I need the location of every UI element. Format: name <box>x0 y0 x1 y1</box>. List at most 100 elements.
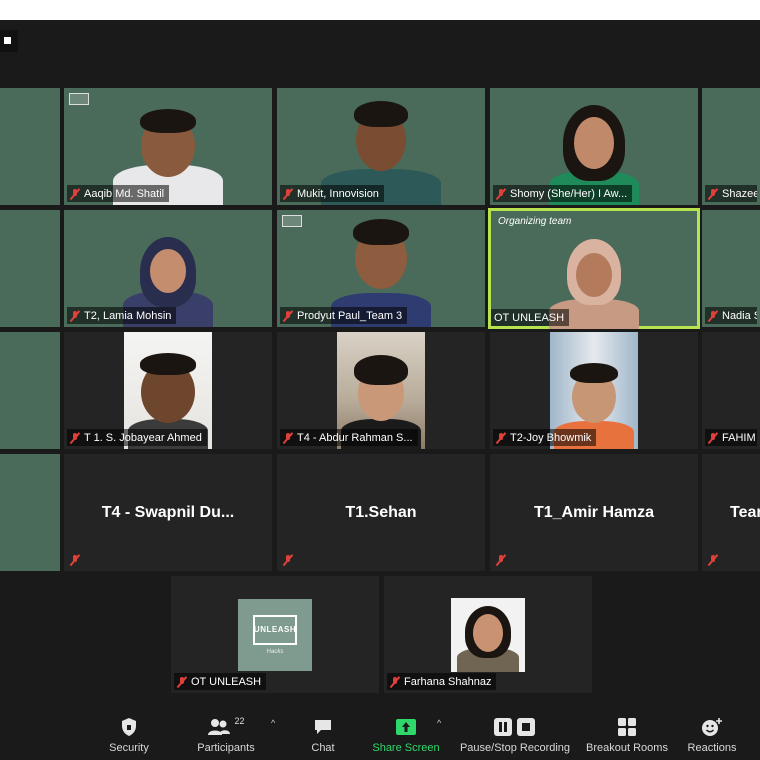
participant-mute-indicator <box>67 551 85 568</box>
unleash-logo-sub: Hacks <box>266 648 284 655</box>
video-tile-jobayear[interactable]: T 1. S. Jobayear Ahmed <box>64 332 272 449</box>
reactions-button[interactable]: Reactions <box>657 716 760 754</box>
participant-name: Prodyut Paul_Team 3 <box>297 309 403 322</box>
participant-display-name: T4 - Swapnil Du... <box>101 503 235 521</box>
participants-label: Participants <box>197 742 255 754</box>
video-tile-joy-bhowmik[interactable]: T2-Joy Bhowmik <box>490 332 698 449</box>
participant-name-label: Aaqib Md. Shatil <box>67 185 170 202</box>
participant-name-label: Mukit, Innovision <box>280 185 384 202</box>
participant-name: FAHIM <box>722 431 756 444</box>
participant-name-label: OT UNLEASH <box>174 673 267 690</box>
breakout-rooms-label: Breakout Rooms <box>586 742 668 754</box>
muted-microphone-icon <box>70 432 80 444</box>
pause-stop-recording-label: Pause/Stop Recording <box>459 742 571 754</box>
participant-name-label: T2, Lamia Mohsin <box>67 307 177 324</box>
profile-photo <box>451 598 525 672</box>
muted-microphone-icon <box>283 188 293 200</box>
chat-icon <box>313 716 333 738</box>
virtual-bg-text: Organizing team <box>498 216 572 227</box>
participant-display-name: T1.Sehan <box>345 503 417 521</box>
video-tile-partial[interactable] <box>0 454 60 571</box>
participant-name-label: Shomy (She/Her) I Aw... <box>493 185 633 202</box>
view-options-button[interactable] <box>0 30 18 52</box>
muted-microphone-icon <box>708 310 718 322</box>
participant-name: T2, Lamia Mohsin <box>84 309 172 322</box>
muted-microphone-icon <box>70 188 80 200</box>
muted-microphone-icon <box>496 188 506 200</box>
muted-microphone-icon <box>283 432 293 444</box>
participant-name: T2-Joy Bhowmik <box>510 431 592 444</box>
participant-mute-indicator <box>705 551 723 568</box>
participant-display-name: Tear <box>730 503 760 521</box>
participant-display-name: T1_Amir Hamza <box>533 503 655 521</box>
video-tile-prodyut[interactable]: Prodyut Paul_Team 3 <box>277 210 485 327</box>
participant-name-label: OT UNLEASH <box>491 309 570 326</box>
participant-name-label: Shazee <box>705 185 757 202</box>
video-tile-partial[interactable] <box>0 332 60 449</box>
video-tile-aaqib[interactable]: Aaqib Md. Shatil <box>64 88 272 205</box>
participant-name: T4 - Abdur Rahman S... <box>297 431 413 444</box>
video-tile-swapnil[interactable]: T4 - Swapnil Du... <box>64 454 272 571</box>
share-screen-button[interactable]: Share Screen <box>351 716 461 754</box>
participant-mute-indicator <box>280 551 298 568</box>
muted-microphone-icon <box>70 310 80 322</box>
participant-mute-indicator <box>493 551 511 568</box>
video-tile-shomy[interactable]: Shomy (She/Her) I Aw... <box>490 88 698 205</box>
share-screen-label: Share Screen <box>372 742 440 754</box>
video-tile-sehan[interactable]: T1.Sehan <box>277 454 485 571</box>
breakout-rooms-icon <box>617 716 637 738</box>
video-tile-team[interactable]: Tear <box>702 454 760 571</box>
participant-name-label: Prodyut Paul_Team 3 <box>280 307 408 324</box>
participant-name: Shomy (She/Her) I Aw... <box>510 187 628 200</box>
muted-microphone-icon <box>70 554 80 566</box>
video-tile-partial[interactable] <box>0 88 60 205</box>
video-tile-abdur-rahman[interactable]: T4 - Abdur Rahman S... <box>277 332 485 449</box>
muted-microphone-icon <box>177 676 187 688</box>
participant-name-label: T4 - Abdur Rahman S... <box>280 429 418 446</box>
muted-microphone-icon <box>708 554 718 566</box>
video-tile-ot-unleash-logo[interactable]: UNLEASH Hacks OT UNLEASH <box>171 576 379 693</box>
video-tile-partial[interactable] <box>0 210 60 327</box>
virtual-bg-icon <box>69 93 89 105</box>
window-title-bar <box>0 0 760 20</box>
muted-microphone-icon <box>496 554 506 566</box>
unleash-logo: UNLEASH Hacks <box>238 598 312 671</box>
reactions-icon <box>701 716 723 738</box>
share-screen-options-caret[interactable]: ^ <box>437 718 441 728</box>
meeting-toolbar: Security 22 Participants ^ Chat Share Sc… <box>0 710 760 760</box>
share-screen-icon <box>395 716 417 738</box>
participant-name: Farhana Shahnaz <box>404 675 492 688</box>
participant-name: Aaqib Md. Shatil <box>84 187 165 200</box>
participant-name: Shazee <box>722 187 757 200</box>
video-tile-mukit[interactable]: Mukit, Innovision <box>277 88 485 205</box>
muted-microphone-icon <box>283 554 293 566</box>
video-tile-shazee[interactable]: Shazee <box>702 88 760 205</box>
participant-name: OT UNLEASH <box>494 311 565 324</box>
pause-stop-icon <box>493 716 537 738</box>
reactions-label: Reactions <box>687 742 737 754</box>
video-tile-lamia[interactable]: T2, Lamia Mohsin <box>64 210 272 327</box>
security-button[interactable]: Security <box>74 716 184 754</box>
muted-microphone-icon <box>708 432 718 444</box>
unleash-logo-wordmark: UNLEASH <box>253 614 297 645</box>
participants-button[interactable]: 22 Participants <box>171 716 281 754</box>
participant-name: OT UNLEASH <box>191 675 262 688</box>
shield-icon <box>120 716 138 738</box>
participants-icon: 22 <box>207 716 245 738</box>
video-tile-farhana[interactable]: Farhana Shahnaz <box>384 576 592 693</box>
muted-microphone-icon <box>283 310 293 322</box>
participant-name-label: Nadia S <box>705 307 757 324</box>
muted-microphone-icon <box>496 432 506 444</box>
pause-stop-recording-button[interactable]: Pause/Stop Recording <box>460 716 570 754</box>
video-tile-fahim[interactable]: FAHIM <box>702 332 760 449</box>
participant-name: T 1. S. Jobayear Ahmed <box>84 431 202 444</box>
participant-name-label: T2-Joy Bhowmik <box>493 429 597 446</box>
muted-microphone-icon <box>390 676 400 688</box>
video-tile-nadia[interactable]: Nadia S <box>702 210 760 327</box>
muted-microphone-icon <box>708 188 718 200</box>
participant-name-label: Farhana Shahnaz <box>387 673 497 690</box>
participant-name: Nadia S <box>722 309 757 322</box>
video-tile-ot-unleash-active[interactable]: Organizing team OT UNLEASH <box>488 208 700 329</box>
security-label: Security <box>109 742 149 754</box>
video-tile-amir-hamza[interactable]: T1_Amir Hamza <box>490 454 698 571</box>
